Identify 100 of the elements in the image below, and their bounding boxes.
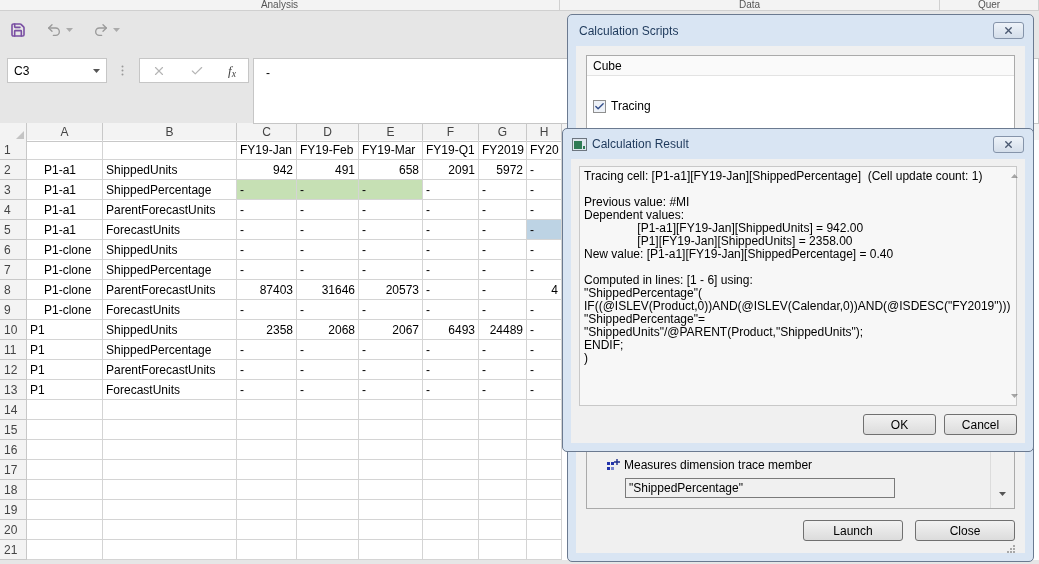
empty-cell [423,460,479,480]
ribbon-group-label: Analysis [260,0,299,10]
table-cell: - [359,360,423,380]
empty-cell [237,420,297,440]
row-header[interactable]: 17 [0,460,27,480]
close-button[interactable] [993,22,1024,39]
dialog-button[interactable]: Close [915,520,1015,541]
table-cell: - [479,260,527,280]
column-header[interactable]: B [103,123,237,142]
table-cell: - [359,180,423,200]
close-icon [1003,25,1014,36]
result-line: [P1][FY19-Jan][ShippedUnits] = 2358.00 [636,235,853,248]
row-header[interactable]: 1 [0,140,27,160]
insert-function-button[interactable]: f$_{x}$ [228,60,236,81]
dialog-button[interactable]: Cancel [944,414,1017,435]
row-header[interactable]: 16 [0,440,27,460]
row-header[interactable]: 12 [0,360,27,380]
result-line: Dependent values: [584,209,685,222]
row-header[interactable]: 14 [0,400,27,420]
table-cell: - [479,180,527,200]
table-cell: - [297,240,359,260]
column-header[interactable]: A [27,123,103,142]
result-line: IF((@ISLEV(Product,0))AND(@ISLEV(Calendar,0))AND(@ISDESC("FY2019"))) [584,300,1011,313]
result-line: "ShippedPercentage"( [584,287,702,300]
table-cell: ShippedPercentage [103,260,237,280]
save-icon[interactable] [10,21,26,38]
row-header[interactable]: 10 [0,320,27,340]
table-cell: - [297,220,359,240]
row-header[interactable]: 8 [0,280,27,300]
row-header[interactable]: 7 [0,260,27,280]
table-cell: - [237,260,297,280]
empty-cell [479,500,527,520]
table-cell: P1 [27,360,103,380]
ribbon-group-label: Quer [977,0,1001,10]
result-text-area[interactable] [579,166,1017,406]
empty-cell [359,480,423,500]
checkbox[interactable] [593,99,606,113]
dialog-button[interactable]: Launch [803,520,903,541]
row-header[interactable]: 6 [0,240,27,260]
row-header[interactable]: 19 [0,500,27,520]
empty-cell [527,520,562,540]
table-cell: - [479,280,527,300]
column-header[interactable]: F [423,123,479,142]
column-header[interactable]: G [479,123,527,142]
empty-cell [237,480,297,500]
row-header[interactable]: 15 [0,420,27,440]
ribbon-group-label: Data [738,0,761,10]
empty-cell [527,540,562,560]
name-box[interactable]: C3 [7,58,107,83]
table-cell: - [423,220,479,240]
table-cell: - [423,360,479,380]
empty-cell [359,420,423,440]
empty-cell [297,520,359,540]
scroll-down-icon [999,492,1006,496]
row-header[interactable]: 13 [0,380,27,400]
row-header[interactable]: 11 [0,340,27,360]
table-cell: - [479,240,527,260]
row-header[interactable]: 2 [0,160,27,180]
empty-cell [423,540,479,560]
table-cell: - [423,180,479,200]
table-cell: 20573 [359,280,423,300]
table-cell: FY19-Feb [297,140,359,160]
row-header[interactable]: 5 [0,220,27,240]
empty-cell [527,460,562,480]
row-header[interactable]: 18 [0,480,27,500]
row-header[interactable]: 4 [0,200,27,220]
empty-cell [297,480,359,500]
resize-grip-icon[interactable] [1007,545,1015,553]
table-cell: - [423,200,479,220]
table-cell: 2067 [359,320,423,340]
table-cell: FY2019 [479,140,527,160]
undo-icon[interactable] [46,21,62,38]
table-cell: - [237,360,297,380]
empty-cell [297,460,359,480]
column-header[interactable]: E [359,123,423,142]
row-header[interactable]: 21 [0,540,27,560]
trace-member-field[interactable]: "ShippedPercentage" [625,478,895,498]
table-cell: - [237,220,297,240]
table-cell: FY19-Mar [359,140,423,160]
redo-icon[interactable] [93,21,109,38]
table-cell: - [237,300,297,320]
empty-cell [359,440,423,460]
row-header[interactable]: 9 [0,300,27,320]
empty-cell [423,520,479,540]
table-cell: 6493 [423,320,479,340]
close-button[interactable] [993,135,1024,153]
empty-cell [479,420,527,440]
table-cell: ForecastUnits [103,380,237,400]
column-header[interactable]: D [297,123,359,142]
table-cell: - [479,360,527,380]
empty-cell [479,460,527,480]
table-cell: - [359,260,423,280]
column-header[interactable]: C [237,123,297,142]
dialog-button[interactable]: OK [863,414,936,435]
table-cell: - [237,240,297,260]
row-header[interactable]: 3 [0,180,27,200]
caret-icon [113,27,120,32]
table-cell: P1-clone [27,300,103,320]
empty-cell [359,500,423,520]
row-header[interactable]: 20 [0,520,27,540]
